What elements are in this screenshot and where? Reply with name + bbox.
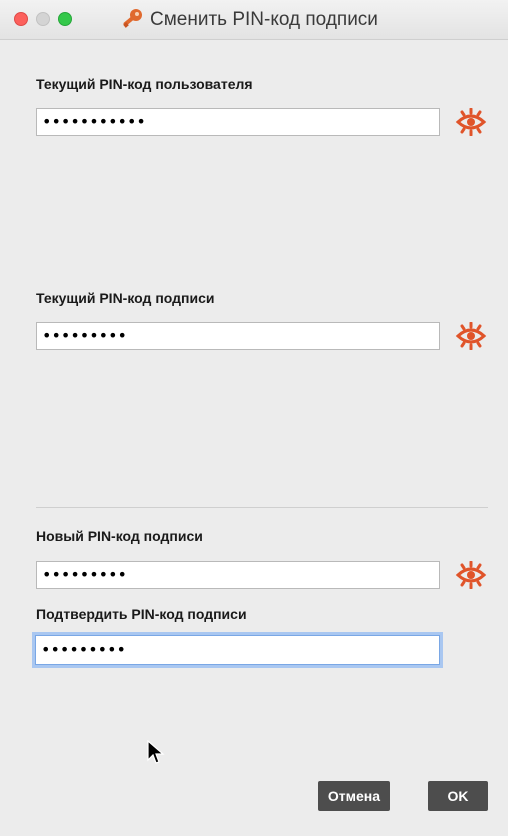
ok-button[interactable]: OK xyxy=(428,781,488,811)
minimize-window-button[interactable] xyxy=(36,12,50,26)
cancel-button[interactable]: Отмена xyxy=(318,781,390,811)
section-divider xyxy=(36,507,488,508)
confirm-sign-pin-input[interactable]: ••••••••• xyxy=(35,635,440,665)
confirm-sign-pin-label: Подтвердить PIN-код подписи xyxy=(36,606,247,622)
new-sign-pin-input[interactable]: ••••••••• xyxy=(36,561,440,589)
mouse-pointer-icon xyxy=(147,739,165,766)
eye-icon[interactable] xyxy=(455,560,487,590)
window-title: Сменить PIN-код подписи xyxy=(150,9,378,30)
current-user-pin-input[interactable]: ••••••••••• xyxy=(36,108,440,136)
close-window-button[interactable] xyxy=(14,12,28,26)
key-icon xyxy=(120,8,144,30)
title-bar[interactable]: Сменить PIN-код подписи xyxy=(0,0,508,40)
eye-icon[interactable] xyxy=(455,321,487,351)
current-sign-pin-input[interactable]: ••••••••• xyxy=(36,322,440,350)
zoom-window-button[interactable] xyxy=(58,12,72,26)
dialog-window: Сменить PIN-код подписи Текущий PIN-код … xyxy=(0,0,508,836)
current-sign-pin-label: Текущий PIN-код подписи xyxy=(36,290,215,306)
new-sign-pin-label: Новый PIN-код подписи xyxy=(36,528,203,544)
current-user-pin-label: Текущий PIN-код пользователя xyxy=(36,76,253,92)
eye-icon[interactable] xyxy=(455,107,487,137)
